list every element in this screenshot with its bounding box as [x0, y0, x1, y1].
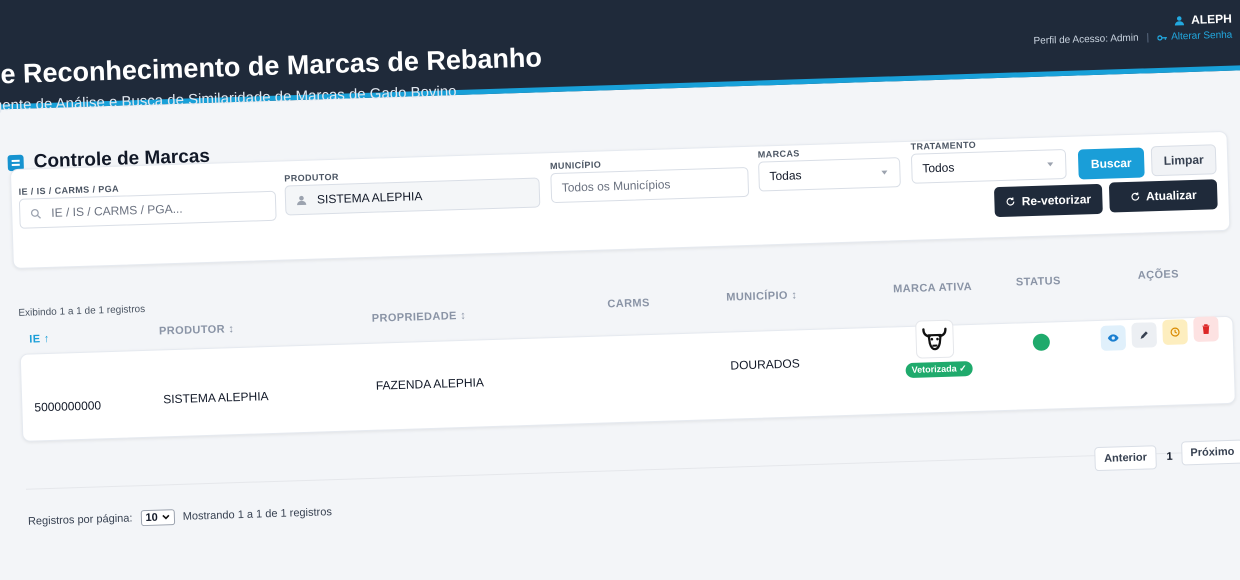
per-page-label: Registros por página:: [27, 512, 133, 528]
cell-ie: 5000000000: [34, 398, 102, 415]
municipio-input[interactable]: Todos os Municípios: [550, 166, 750, 204]
column-header-status: STATUS: [1015, 275, 1061, 289]
refresh-icon: [1131, 192, 1139, 201]
chevron-down-icon: [1047, 162, 1054, 167]
user-icon: [1175, 15, 1185, 26]
column-header-produtor[interactable]: PRODUTOR ↕: [159, 323, 235, 337]
column-header-acoes: AÇÕES: [1137, 268, 1180, 282]
check-icon: ✓: [959, 363, 967, 374]
eye-icon: [1107, 334, 1119, 342]
sort-icon: ↕: [228, 323, 235, 336]
per-page-select[interactable]: 10: [140, 509, 175, 527]
column-header-produtor-label: PRODUTOR: [158, 323, 226, 338]
per-page-control: Registros por página: 10 Mostrando 1 a 1…: [28, 504, 332, 530]
cell-municipio: DOURADOS: [730, 356, 800, 373]
next-page-button[interactable]: Próximo: [1181, 439, 1240, 466]
refresh-button[interactable]: Atualizar: [1108, 179, 1218, 213]
tratamento-value: Todos: [922, 160, 955, 176]
municipio-placeholder: Todos os Municípios: [561, 177, 671, 195]
produtor-value: SISTEMA ALEPHIA: [316, 189, 423, 207]
sort-icon: ↕: [791, 289, 798, 302]
column-header-municipio-label: MUNICÍPIO: [726, 289, 789, 304]
chevron-down-icon: [881, 170, 888, 175]
tratamento-filter-label: TRATAMENTO: [910, 139, 977, 152]
delete-button[interactable]: [1193, 316, 1219, 342]
vectorized-badge-label: Vetorizada: [911, 363, 957, 375]
app-window: le Reconhecimento de Marcas de Rebanho g…: [0, 0, 1240, 580]
user-menu[interactable]: ALEPH: [1174, 12, 1232, 28]
tratamento-select[interactable]: Todos: [910, 148, 1067, 184]
vectorized-badge: Vetorizada ✓: [905, 360, 973, 379]
search-icon: [30, 208, 41, 219]
records-count: Exibindo 1 a 1 de 1 registros: [18, 303, 146, 319]
column-header-municipio[interactable]: MUNICÍPIO ↕: [726, 289, 797, 303]
brand-thumbnail[interactable]: [915, 319, 955, 359]
per-page-value: 10: [145, 511, 158, 525]
key-icon: [1157, 34, 1167, 41]
separator: |: [1146, 32, 1150, 44]
revectorize-button[interactable]: Re-vetorizar: [993, 183, 1103, 218]
change-password-link[interactable]: Alterar Senha: [1157, 30, 1232, 43]
sort-asc-icon: ↑: [43, 332, 51, 346]
municipio-filter-label: MUNICÍPIO: [549, 159, 602, 172]
change-password-label: Alterar Senha: [1170, 29, 1233, 43]
footer-divider: [25, 450, 1236, 490]
refresh-label: Atualizar: [1145, 187, 1197, 204]
sort-icon: ↕: [460, 309, 467, 323]
sync-icon: [1006, 197, 1015, 206]
footer-records-count: Mostrando 1 a 1 de 1 registros: [182, 506, 333, 523]
trash-icon: [1202, 324, 1210, 335]
bull-head-icon: [922, 327, 947, 351]
marcas-value: Todas: [769, 168, 802, 184]
column-header-ie[interactable]: IE ↑: [29, 333, 50, 346]
marcas-select[interactable]: Todas: [758, 157, 901, 192]
history-button[interactable]: [1162, 319, 1188, 345]
column-header-carms[interactable]: CARMS: [607, 297, 650, 310]
pencil-icon: [1140, 331, 1148, 339]
edit-button[interactable]: [1131, 322, 1158, 348]
search-button[interactable]: Buscar: [1077, 147, 1145, 180]
user-name: ALEPH: [1190, 11, 1232, 27]
produtor-filter-label: PRODUTOR: [284, 171, 340, 184]
user-icon: [297, 195, 307, 205]
chevron-down-icon: [162, 514, 170, 520]
previous-page-button[interactable]: Anterior: [1094, 445, 1157, 472]
clear-button[interactable]: Limpar: [1150, 144, 1217, 177]
ie-search-placeholder: IE / IS / CARMS / PGA...: [51, 201, 183, 220]
view-button[interactable]: [1100, 325, 1127, 351]
marcas-filter-label: MARCAS: [757, 148, 800, 160]
column-header-propriedade[interactable]: PROPRIEDADE ↕: [372, 310, 467, 325]
revectorize-label: Re-vetorizar: [1021, 192, 1092, 209]
page-content: le Reconhecimento de Marcas de Rebanho g…: [0, 0, 1240, 580]
column-header-marca-ativa: MARCA ATIVA: [892, 280, 973, 296]
current-page[interactable]: 1: [1166, 451, 1172, 463]
column-header-ie-label: IE: [29, 333, 41, 346]
history-icon: [1170, 327, 1180, 337]
column-header-propriedade-label: PROPRIEDADE: [371, 310, 458, 325]
